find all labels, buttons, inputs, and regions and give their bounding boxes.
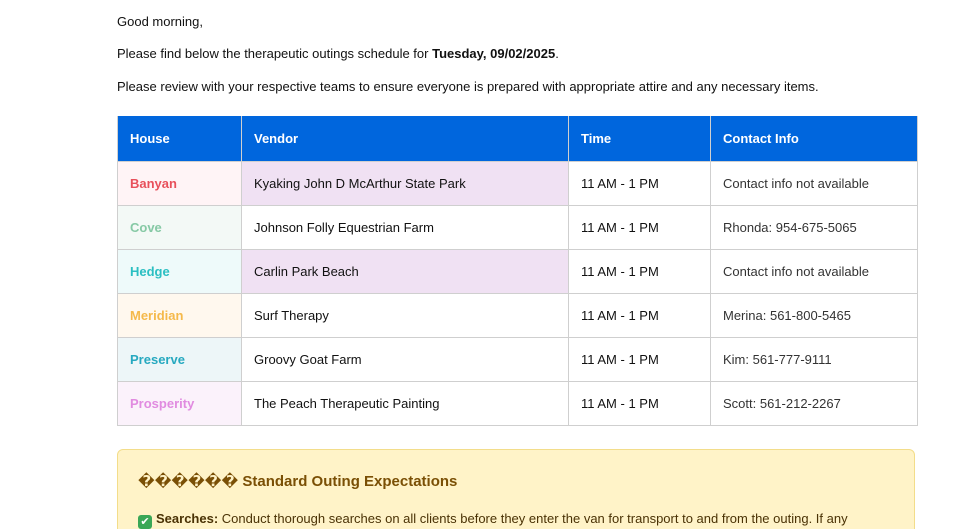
contact-cell: Merina: 561-800-5465 [710, 293, 918, 338]
contact-cell: Contact info not available [710, 249, 918, 294]
table-header-row: House Vendor Time Contact Info [117, 116, 918, 162]
email-body: Good morning, Please find below the ther… [0, 0, 967, 529]
intro-suffix: . [555, 46, 559, 61]
greeting-text: Good morning, [117, 14, 203, 29]
contact-cell: Rhonda: 954-675-5065 [710, 205, 918, 250]
contact-cell: Scott: 561-212-2267 [710, 381, 918, 426]
vendor-cell: Groovy Goat Farm [241, 337, 569, 382]
house-cell: Prosperity [117, 381, 242, 426]
column-header-vendor: Vendor [241, 116, 569, 162]
column-header-house: House [117, 116, 242, 162]
expectation-item-text: Conduct thorough searches on all clients… [218, 511, 848, 526]
time-cell: 11 AM - 1 PM [568, 293, 711, 338]
house-cell: Preserve [117, 337, 242, 382]
house-cell: Banyan [117, 161, 242, 206]
intro-text: Please find below the therapeutic outing… [117, 46, 559, 62]
outing-expectations-box: ������ Standard Outing Expectations ✔ Sea… [117, 449, 915, 529]
table-row: Hedge Carlin Park Beach 11 AM - 1 PM Con… [117, 249, 918, 294]
table-row: Cove Johnson Folly Equestrian Farm 11 AM… [117, 205, 918, 250]
outing-date: Tuesday, 09/02/2025 [432, 46, 556, 61]
table-body: Banyan Kyaking John D McArthur State Par… [117, 161, 918, 426]
table-row: Banyan Kyaking John D McArthur State Par… [117, 161, 918, 206]
time-cell: 11 AM - 1 PM [568, 161, 711, 206]
table-row: Meridian Surf Therapy 11 AM - 1 PM Merin… [117, 293, 918, 338]
expectations-title: ������ Standard Outing Expectations [138, 473, 458, 490]
check-mark-button-icon: ✔ [138, 515, 152, 529]
vendor-cell: Johnson Folly Equestrian Farm [241, 205, 569, 250]
contact-cell: Contact info not available [710, 161, 918, 206]
house-cell: Meridian [117, 293, 242, 338]
time-cell: 11 AM - 1 PM [568, 249, 711, 294]
vendor-cell: Kyaking John D McArthur State Park [241, 161, 569, 206]
review-text: Please review with your respective teams… [117, 79, 819, 94]
column-header-contact-info: Contact Info [710, 116, 918, 162]
vendor-cell: Surf Therapy [241, 293, 569, 338]
expectation-item-searches: ✔ Searches: Conduct thorough searches on … [138, 511, 848, 529]
column-header-time: Time [568, 116, 711, 162]
table-row: Prosperity The Peach Therapeutic Paintin… [117, 381, 918, 426]
house-cell: Cove [117, 205, 242, 250]
expectation-item-label: Searches: [156, 511, 219, 526]
intro-prefix: Please find below the therapeutic outing… [117, 46, 433, 61]
time-cell: 11 AM - 1 PM [568, 337, 711, 382]
contact-cell: Kim: 561-777-9111 [710, 337, 918, 382]
time-cell: 11 AM - 1 PM [568, 205, 711, 250]
vendor-cell: Carlin Park Beach [241, 249, 569, 294]
vendor-cell: The Peach Therapeutic Painting [241, 381, 569, 426]
table-row: Preserve Groovy Goat Farm 11 AM - 1 PM K… [117, 337, 918, 382]
time-cell: 11 AM - 1 PM [568, 381, 711, 426]
outings-schedule-table: House Vendor Time Contact Info Banyan Ky… [117, 116, 918, 426]
house-cell: Hedge [117, 249, 242, 294]
